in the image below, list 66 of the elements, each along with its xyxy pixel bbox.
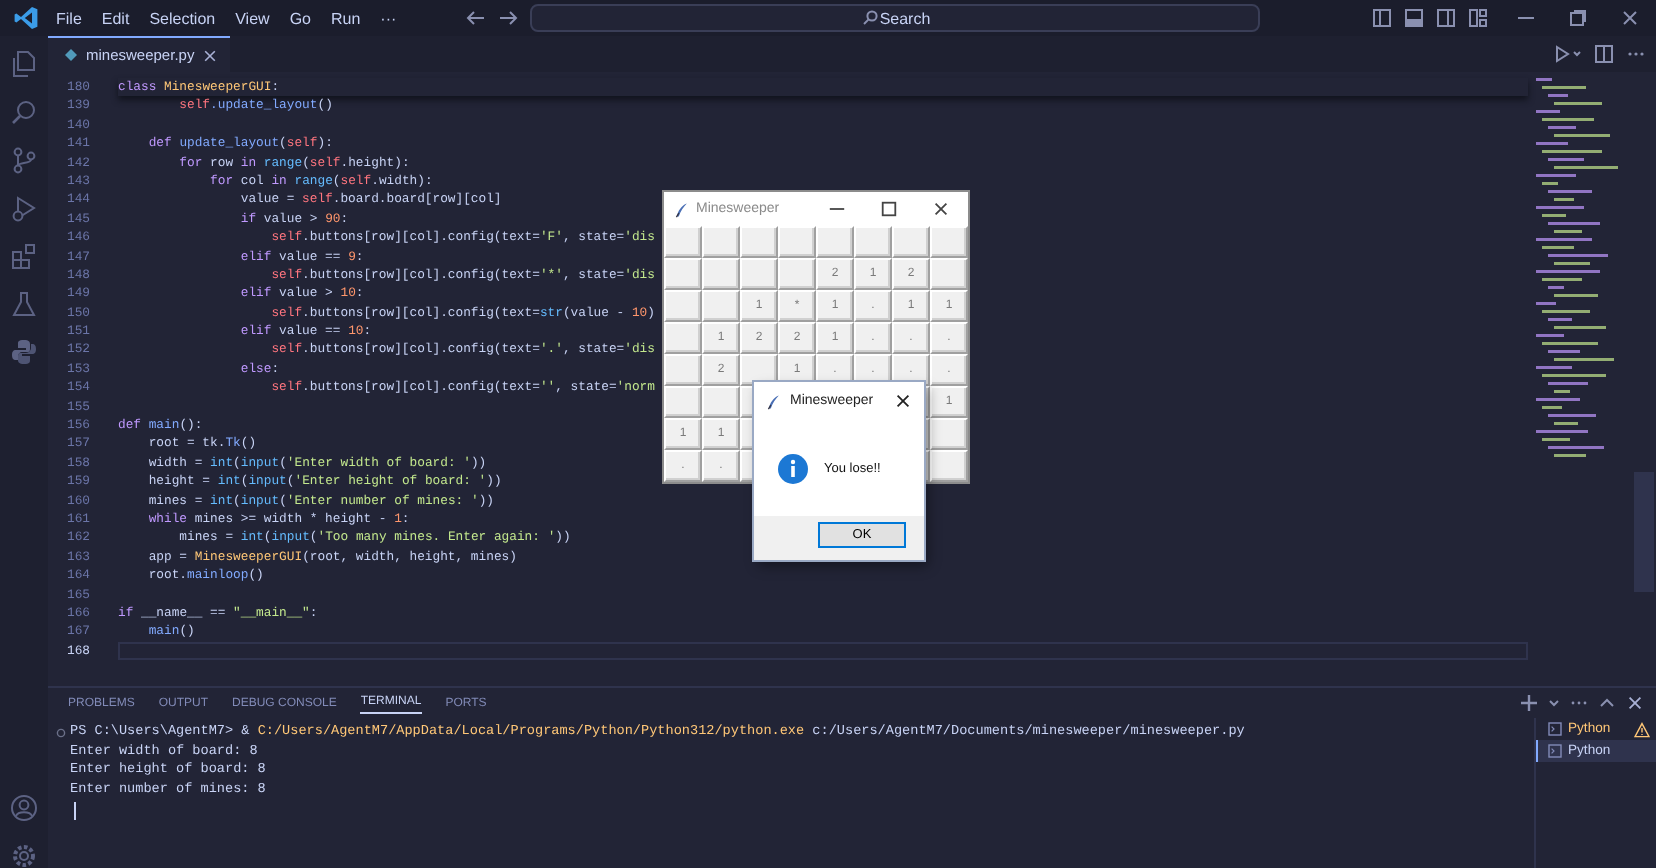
panel-toggle-icon[interactable] [1404,8,1424,28]
menu-item[interactable]: File [46,9,92,27]
cell-button[interactable] [854,226,892,258]
command-status-icon [56,728,66,739]
run-icon[interactable] [1554,44,1582,64]
cell-button[interactable] [930,450,968,482]
maximize-icon[interactable] [880,200,898,218]
chevron-down-icon[interactable] [1548,694,1560,712]
cell-button[interactable] [816,226,854,258]
menu-item[interactable]: Go [279,9,321,27]
cell-button[interactable] [930,226,968,258]
menu-item[interactable]: Selection [139,9,226,27]
settings-icon[interactable] [10,842,38,868]
cell-button[interactable] [702,290,740,322]
cell-button[interactable] [702,386,740,418]
cell-button[interactable] [778,226,816,258]
feather-icon [766,391,782,411]
cell-button[interactable] [892,226,930,258]
cell-button[interactable] [664,354,702,386]
close-icon[interactable] [202,47,219,63]
split-editor-icon[interactable] [1594,44,1614,64]
sidebar-toggle-icon[interactable] [1372,8,1392,28]
extensions-icon[interactable] [10,242,38,270]
search-field[interactable]: Search [530,4,1260,32]
layout-icon[interactable] [1468,8,1488,28]
source-control-icon[interactable] [10,146,38,174]
menu-item[interactable]: Run [320,9,371,27]
cell-button[interactable] [702,258,740,290]
cell-button[interactable] [664,386,702,418]
account-icon[interactable] [10,794,38,822]
plus-icon[interactable] [1520,694,1538,712]
vscode-logo-icon[interactable] [14,6,38,30]
cell-button[interactable] [664,258,702,290]
cell-button[interactable] [664,322,702,354]
warning-icon [1634,721,1650,737]
menu-item[interactable]: Edit [91,9,140,27]
feather-icon [674,199,690,219]
cell-button[interactable] [930,418,968,450]
cell-button[interactable] [664,226,702,258]
python-icon[interactable] [10,338,38,366]
cell-button[interactable] [740,258,778,290]
menu-item[interactable]: View [225,9,280,27]
close-icon[interactable] [1626,694,1644,712]
files-icon[interactable] [10,50,38,78]
restore-icon[interactable] [1568,8,1588,28]
cell-button[interactable] [702,226,740,258]
terminal-icon [1548,744,1562,758]
chevron-up-icon[interactable] [1598,694,1616,712]
text-cursor [74,802,76,821]
cell-button[interactable] [664,290,702,322]
secondary-sidebar-toggle-icon[interactable] [1436,8,1456,28]
search-icon[interactable] [10,98,38,126]
info-icon [778,453,808,483]
menu-item[interactable]: ··· [370,9,407,27]
close-icon[interactable] [932,200,950,218]
cell-button[interactable] [778,258,816,290]
cell-button[interactable] [930,258,968,290]
terminal-icon [1548,722,1562,736]
flask-icon[interactable] [10,290,38,318]
close-icon[interactable] [894,392,912,410]
back-arrow-icon[interactable] [466,8,486,28]
python-file-icon [64,48,78,62]
cell-button[interactable] [740,226,778,258]
forward-arrow-icon[interactable] [498,8,518,28]
run-debug-icon[interactable] [10,194,38,222]
search-icon [862,10,878,26]
